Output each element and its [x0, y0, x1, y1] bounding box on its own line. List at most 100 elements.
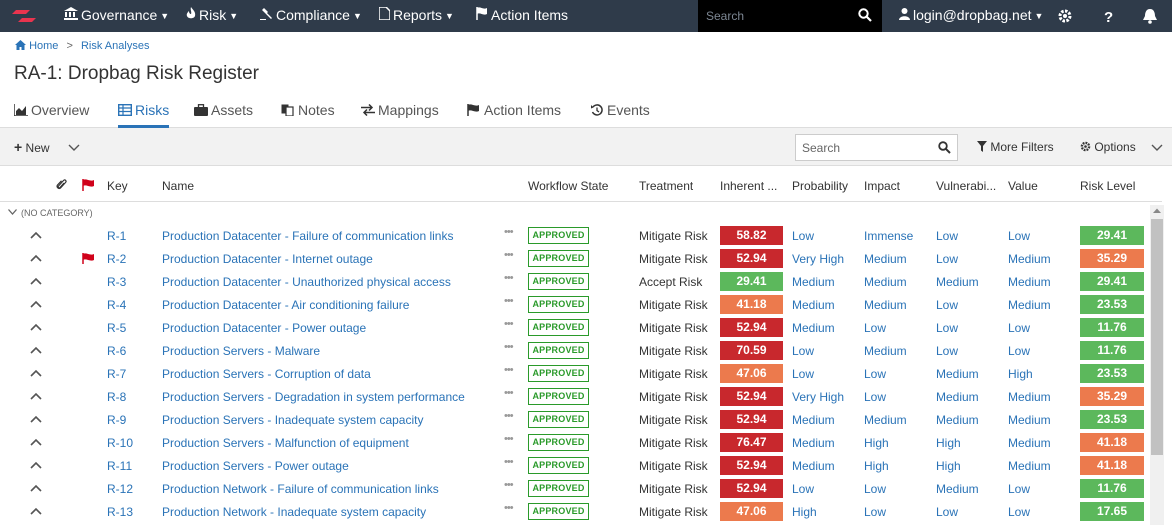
- search-icon[interactable]: [858, 8, 872, 22]
- risk-key[interactable]: R-6: [107, 344, 126, 358]
- vulnerability[interactable]: Low: [936, 252, 958, 266]
- probability[interactable]: Medium: [792, 459, 835, 473]
- vertical-scrollbar[interactable]: [1150, 205, 1164, 525]
- column-header-name[interactable]: Name: [162, 179, 194, 193]
- more-icon[interactable]: •••: [504, 479, 514, 491]
- value[interactable]: Medium: [1008, 436, 1051, 450]
- chevron-up-icon[interactable]: [30, 231, 42, 239]
- vulnerability[interactable]: Low: [936, 298, 958, 312]
- user-menu[interactable]: login@dropbag.net ▼: [899, 0, 1043, 32]
- risk-key[interactable]: R-3: [107, 275, 126, 289]
- probability[interactable]: Very High: [792, 252, 844, 266]
- more-icon[interactable]: •••: [504, 272, 514, 284]
- nav-governance[interactable]: Governance ▼: [64, 0, 169, 32]
- risk-name[interactable]: Production Network - Inadequate system c…: [162, 505, 426, 519]
- flag-icon[interactable]: [82, 253, 94, 264]
- risk-key[interactable]: R-11: [107, 459, 132, 473]
- probability[interactable]: Very High: [792, 390, 844, 404]
- chevron-up-icon[interactable]: [30, 323, 42, 331]
- more-icon[interactable]: •••: [504, 387, 514, 399]
- column-header-impact[interactable]: Impact: [864, 179, 900, 193]
- nav-risk[interactable]: Risk ▼: [186, 0, 238, 32]
- chevron-up-icon[interactable]: [30, 415, 42, 423]
- vulnerability[interactable]: Medium: [936, 390, 979, 404]
- risk-name[interactable]: Production Servers - Malfunction of equi…: [162, 436, 409, 450]
- tab-mappings[interactable]: Mappings: [361, 102, 439, 128]
- chevron-up-icon[interactable]: [30, 438, 42, 446]
- column-header-key[interactable]: Key: [107, 179, 128, 193]
- risk-key[interactable]: R-12: [107, 482, 133, 496]
- help-icon[interactable]: ?: [1100, 8, 1116, 24]
- chevron-up-icon[interactable]: [30, 277, 42, 285]
- vulnerability[interactable]: Low: [936, 344, 958, 358]
- scroll-up-icon[interactable]: [1153, 207, 1161, 215]
- table-row[interactable]: R-11 Production Servers - Power outage •••…: [0, 454, 1150, 477]
- table-row[interactable]: R-4 Production Datacenter - Air condition…: [0, 293, 1150, 316]
- vulnerability[interactable]: High: [936, 436, 961, 450]
- more-icon[interactable]: •••: [504, 364, 514, 376]
- chevron-down-icon[interactable]: [68, 144, 80, 151]
- impact[interactable]: Medium: [864, 298, 907, 312]
- impact[interactable]: Immense: [864, 229, 913, 243]
- chevron-up-icon[interactable]: [30, 461, 42, 469]
- risk-name[interactable]: Production Datacenter - Unauthorized phy…: [162, 275, 451, 289]
- value[interactable]: Low: [1008, 344, 1030, 358]
- risk-name[interactable]: Production Datacenter - Air conditioning…: [162, 298, 409, 312]
- column-header-treatment[interactable]: Treatment: [639, 179, 693, 193]
- search-icon[interactable]: [938, 141, 951, 154]
- risk-name[interactable]: Production Servers - Corruption of data: [162, 367, 371, 381]
- nav-compliance[interactable]: Compliance ▼: [260, 0, 362, 32]
- risk-name[interactable]: Production Datacenter - Power outage: [162, 321, 366, 335]
- impact[interactable]: Medium: [864, 344, 907, 358]
- tab-notes[interactable]: Notes: [281, 102, 335, 128]
- risk-name[interactable]: Production Servers - Degradation in syst…: [162, 390, 465, 404]
- more-icon[interactable]: •••: [504, 456, 514, 468]
- probability[interactable]: High: [792, 505, 817, 519]
- scrollbar-thumb[interactable]: [1151, 219, 1163, 455]
- value[interactable]: Low: [1008, 482, 1030, 496]
- chevron-up-icon[interactable]: [30, 346, 42, 354]
- column-header-probability[interactable]: Probability: [792, 179, 848, 193]
- vulnerability[interactable]: Medium: [936, 367, 979, 381]
- risk-search-input[interactable]: [796, 135, 926, 160]
- probability[interactable]: Medium: [792, 321, 835, 335]
- more-icon[interactable]: •••: [504, 433, 514, 445]
- impact[interactable]: High: [864, 459, 889, 473]
- table-row[interactable]: R-2 Production Datacenter - Internet outa…: [0, 247, 1150, 270]
- breadcrumb-risk-analyses[interactable]: Risk Analyses: [81, 40, 149, 52]
- probability[interactable]: Low: [792, 344, 814, 358]
- options-button[interactable]: Options: [1080, 140, 1136, 154]
- risk-key[interactable]: R-5: [107, 321, 126, 335]
- more-icon[interactable]: •••: [504, 249, 514, 261]
- value[interactable]: Medium: [1008, 413, 1051, 427]
- tab-risks[interactable]: Risks: [118, 102, 170, 128]
- table-row[interactable]: R-10 Production Servers - Malfunction of …: [0, 431, 1150, 454]
- risk-key[interactable]: R-4: [107, 298, 126, 312]
- impact[interactable]: Low: [864, 505, 886, 519]
- chevron-up-icon[interactable]: [30, 300, 42, 308]
- risk-key[interactable]: R-10: [107, 436, 133, 450]
- impact[interactable]: Low: [864, 482, 886, 496]
- more-icon[interactable]: •••: [504, 341, 514, 353]
- chevron-up-icon[interactable]: [30, 369, 42, 377]
- nav-reports[interactable]: Reports ▼: [379, 0, 454, 32]
- category-group[interactable]: (NO CATEGORY): [8, 208, 93, 218]
- vulnerability[interactable]: Low: [936, 505, 958, 519]
- table-row[interactable]: R-8 Production Servers - Degradation in s…: [0, 385, 1150, 408]
- breadcrumb-home[interactable]: Home: [29, 40, 58, 52]
- column-header-workflow-state[interactable]: Workflow State: [528, 179, 608, 193]
- impact[interactable]: Low: [864, 367, 886, 381]
- probability[interactable]: Medium: [792, 298, 835, 312]
- value[interactable]: Medium: [1008, 252, 1051, 266]
- risk-name[interactable]: Production Datacenter - Internet outage: [162, 252, 373, 266]
- table-row[interactable]: R-5 Production Datacenter - Power outage •…: [0, 316, 1150, 339]
- value[interactable]: Medium: [1008, 390, 1051, 404]
- gear-icon[interactable]: [1057, 8, 1073, 24]
- table-row[interactable]: R-12 Production Network - Failure of comm…: [0, 477, 1150, 500]
- column-header-value[interactable]: Value: [1008, 179, 1038, 193]
- value[interactable]: High: [1008, 367, 1033, 381]
- risk-name[interactable]: Production Servers - Power outage: [162, 459, 349, 473]
- tab-assets[interactable]: Assets: [194, 102, 253, 128]
- risk-name[interactable]: Production Servers - Inadequate system c…: [162, 413, 423, 427]
- value[interactable]: Low: [1008, 321, 1030, 335]
